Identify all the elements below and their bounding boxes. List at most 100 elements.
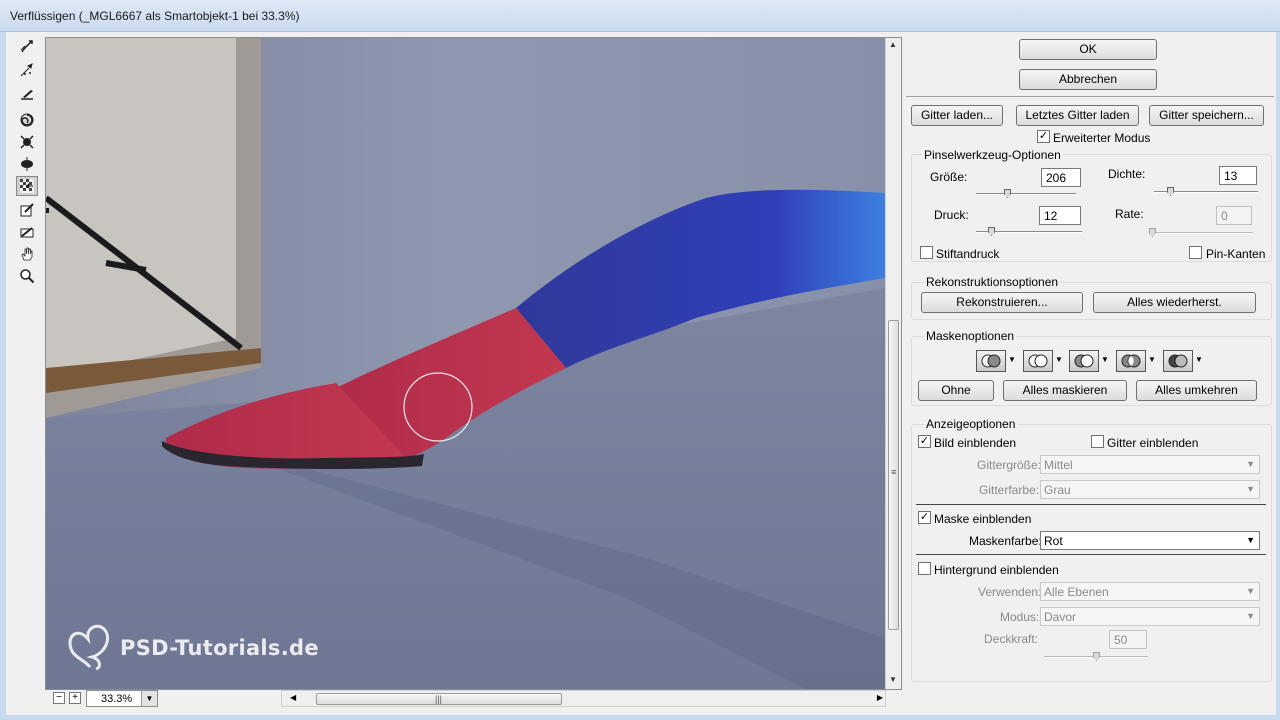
cancel-button[interactable]: Abbrechen bbox=[1019, 69, 1157, 90]
replace-selection-icon[interactable]: ▼ bbox=[976, 350, 1016, 372]
pin-edges-label: Pin-Kanten bbox=[1206, 247, 1266, 261]
pressure-field[interactable]: 12 bbox=[1039, 206, 1081, 225]
window-title: Verflüssigen (_MGL6667 als Smartobjekt-1… bbox=[10, 9, 300, 23]
mode-label: Modus: bbox=[1000, 610, 1040, 624]
freeze-mask-icon[interactable] bbox=[16, 200, 38, 220]
add-to-selection-icon[interactable]: ▼ bbox=[1023, 350, 1063, 372]
horizontal-scrollbar[interactable]: ◀ ||| ▶ bbox=[281, 690, 886, 707]
chevron-down-icon: ▼ bbox=[1246, 484, 1255, 494]
rate-slider-thumb[interactable] bbox=[1149, 228, 1156, 237]
size-slider-thumb[interactable] bbox=[1004, 189, 1011, 198]
pin-edges-checkbox[interactable] bbox=[1189, 246, 1202, 259]
pressure-label: Druck: bbox=[934, 208, 969, 222]
divider bbox=[916, 504, 1266, 505]
density-slider-thumb[interactable] bbox=[1167, 187, 1174, 196]
mesh-color-label: Gitterfarbe: bbox=[979, 483, 1040, 497]
subtract-from-selection-icon[interactable]: ▼ bbox=[1069, 350, 1109, 372]
pressure-value: 12 bbox=[1044, 209, 1058, 223]
show-mask-checkbox[interactable]: ✓ bbox=[918, 511, 931, 524]
intersect-selection-icon[interactable]: ▼ bbox=[1116, 350, 1156, 372]
rate-slider[interactable] bbox=[1149, 228, 1253, 238]
use-select[interactable]: Alle Ebenen ▼ bbox=[1040, 582, 1260, 601]
pressure-slider-thumb[interactable] bbox=[988, 227, 995, 236]
mesh-color-select[interactable]: Grau ▼ bbox=[1040, 480, 1260, 499]
mask-all-button[interactable]: Alles maskieren bbox=[1003, 380, 1127, 401]
show-mesh-checkbox[interactable] bbox=[1091, 435, 1104, 448]
density-slider[interactable] bbox=[1154, 187, 1258, 197]
density-field[interactable]: 13 bbox=[1219, 166, 1257, 185]
load-last-mesh-button[interactable]: Letztes Gitter laden bbox=[1016, 105, 1139, 126]
mesh-size-label: Gittergröße: bbox=[977, 458, 1042, 472]
pressure-slider[interactable] bbox=[976, 227, 1082, 237]
zoom-icon[interactable] bbox=[16, 266, 38, 286]
size-value: 206 bbox=[1046, 171, 1067, 185]
mode-select[interactable]: Davor ▼ bbox=[1040, 607, 1260, 626]
zoom-level-value: 33.3% bbox=[101, 693, 133, 705]
divider bbox=[916, 554, 1266, 555]
smooth-icon[interactable] bbox=[16, 84, 38, 104]
watermark: PSD-Tutorials.de bbox=[66, 623, 319, 673]
opacity-value: 50 bbox=[1114, 633, 1128, 647]
horizontal-scroll-thumb[interactable]: ||| bbox=[316, 693, 562, 705]
rate-field[interactable]: 0 bbox=[1216, 206, 1252, 225]
twirl-clockwise-icon[interactable] bbox=[16, 110, 38, 130]
scroll-up-icon[interactable]: ▲ bbox=[889, 40, 897, 49]
mask-none-button[interactable]: Ohne bbox=[918, 380, 994, 401]
density-value: 13 bbox=[1224, 169, 1238, 183]
hand-icon[interactable] bbox=[16, 244, 38, 264]
thaw-mask-icon[interactable] bbox=[16, 222, 38, 242]
vertical-scrollbar[interactable]: ▲ ≡ ▼ bbox=[885, 38, 901, 689]
mesh-color-value: Grau bbox=[1044, 483, 1071, 497]
chevron-down-icon: ▼ bbox=[1246, 459, 1255, 469]
invert-all-button[interactable]: Alles umkehren bbox=[1136, 380, 1257, 401]
opacity-slider[interactable] bbox=[1044, 652, 1148, 662]
title-bar: Verflüssigen (_MGL6667 als Smartobjekt-1… bbox=[0, 0, 1280, 32]
mask-color-select[interactable]: Rot ▼ bbox=[1040, 531, 1260, 550]
reconstruct-button[interactable]: Rekonstruieren... bbox=[921, 292, 1083, 313]
chevron-down-icon: ▼ bbox=[1246, 535, 1255, 545]
mask-options-title: Maskenoptionen bbox=[924, 329, 1017, 343]
brush-options-title: Pinselwerkzeug-Optionen bbox=[922, 148, 1063, 162]
rate-label: Rate: bbox=[1115, 207, 1144, 221]
size-slider-track bbox=[976, 193, 1076, 195]
show-backdrop-checkbox[interactable] bbox=[918, 562, 931, 575]
size-label: Größe: bbox=[930, 170, 968, 184]
opacity-field[interactable]: 50 bbox=[1109, 630, 1147, 649]
butterfly-logo-icon bbox=[68, 624, 109, 671]
advanced-mode-checkbox[interactable]: ✓ bbox=[1037, 130, 1050, 143]
show-image-checkbox[interactable]: ✓ bbox=[918, 435, 931, 448]
size-field[interactable]: 206 bbox=[1041, 168, 1081, 187]
restore-all-button[interactable]: Alles wiederherst. bbox=[1093, 292, 1256, 313]
push-left-icon[interactable] bbox=[16, 176, 38, 196]
watermark-text: PSD-Tutorials.de bbox=[120, 636, 319, 660]
show-mesh-label: Gitter einblenden bbox=[1107, 436, 1199, 450]
reconstruct-icon[interactable] bbox=[16, 60, 38, 80]
forward-warp-icon[interactable] bbox=[16, 36, 38, 56]
opacity-slider-thumb[interactable] bbox=[1093, 652, 1100, 661]
pucker-icon[interactable] bbox=[16, 132, 38, 152]
scroll-left-icon[interactable]: ◀ bbox=[290, 693, 296, 702]
save-mesh-button[interactable]: Gitter speichern... bbox=[1149, 105, 1264, 126]
stylus-pressure-checkbox[interactable] bbox=[920, 246, 933, 259]
preview-canvas[interactable]: PSD-Tutorials.de ▲ ≡ ▼ bbox=[45, 37, 902, 690]
zoom-dropdown-icon[interactable]: ▼ bbox=[141, 691, 157, 706]
mask-color-value: Rot bbox=[1044, 534, 1063, 548]
invert-selection-icon[interactable]: ▼ bbox=[1163, 350, 1203, 372]
zoom-in-button[interactable]: + bbox=[69, 692, 81, 704]
bloat-icon[interactable] bbox=[16, 154, 38, 174]
vertical-scroll-thumb[interactable]: ≡ bbox=[888, 320, 899, 630]
liquify-dialog: PSD-Tutorials.de ▲ ≡ ▼ − + 33.3% ▼ ◀ |||… bbox=[6, 32, 1276, 715]
use-value: Alle Ebenen bbox=[1044, 585, 1109, 599]
load-mesh-button[interactable]: Gitter laden... bbox=[911, 105, 1003, 126]
show-mask-label: Maske einblenden bbox=[934, 512, 1032, 526]
zoom-out-button[interactable]: − bbox=[53, 692, 65, 704]
rate-value: 0 bbox=[1221, 209, 1228, 223]
scroll-right-icon[interactable]: ▶ bbox=[877, 693, 883, 702]
scroll-down-icon[interactable]: ▼ bbox=[889, 675, 897, 684]
mesh-size-select[interactable]: Mittel ▼ bbox=[1040, 455, 1260, 474]
stylus-pressure-label: Stiftandruck bbox=[936, 247, 1000, 261]
mesh-size-value: Mittel bbox=[1044, 458, 1073, 472]
ok-button[interactable]: OK bbox=[1019, 39, 1157, 60]
size-slider[interactable] bbox=[976, 189, 1076, 199]
reconstruct-options-title: Rekonstruktionsoptionen bbox=[924, 275, 1061, 289]
